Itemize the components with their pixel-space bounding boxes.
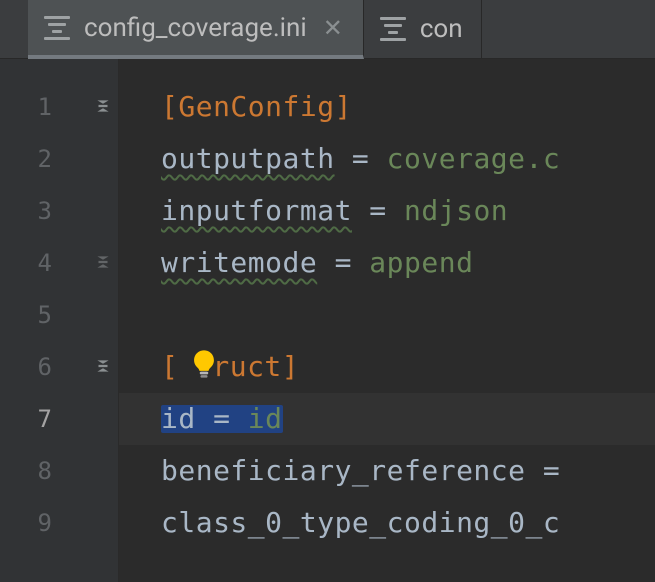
code-line[interactable]: writemode = append [119,237,655,289]
ini-value: id [248,402,283,435]
ini-file-icon [380,17,406,41]
code-line[interactable]: [GenConfig] [119,81,655,133]
ini-eq: = [335,145,387,173]
line-number-text: 6 [38,355,52,379]
section-header-right: ruct] [212,353,299,381]
code-line[interactable]: id = id [119,393,655,445]
fold-minus-icon[interactable] [94,95,112,119]
tab-label: con [420,16,463,42]
line-number[interactable]: 7 [0,393,118,445]
selection: id = id [161,405,283,433]
ini-key: class_0_type_coding_0_c [161,509,560,537]
ini-eq: = [317,249,369,277]
code-line[interactable]: inputformat = ndjson [119,185,655,237]
line-number[interactable]: 1 [0,81,118,133]
ini-key: inputformat [161,197,352,225]
line-number-text: 7 [38,407,52,431]
line-number-text: 8 [38,459,52,483]
line-number-text: 5 [38,303,52,327]
ini-key: beneficiary_reference [161,457,526,485]
line-number-text: 4 [38,251,52,275]
ini-value: append [369,249,473,277]
line-number[interactable]: 8 [0,445,118,497]
code-line[interactable]: outputpath = coverage.c [119,133,655,185]
code-line[interactable]: [ ruct] [119,341,655,393]
ini-eq: = [352,197,404,225]
lightbulb-hint-icon[interactable] [187,348,221,387]
line-number[interactable]: 4 [0,237,118,289]
tab-config-coverage[interactable]: config_coverage.ini ✕ [28,0,364,59]
ini-key: writemode [161,249,317,277]
tab-bar: config_coverage.ini ✕ con [0,0,655,59]
gutter: 1 2 3 4 5 6 7 8 9 [0,59,119,582]
ini-key: id [161,402,196,435]
code-line[interactable]: class_0_type_coding_0_c [119,497,655,549]
ini-file-icon [44,16,70,40]
code-line[interactable] [119,289,655,341]
line-number[interactable]: 3 [0,185,118,237]
line-number[interactable]: 9 [0,497,118,549]
ini-key: outputpath [161,145,335,173]
section-header-left: [ [161,353,178,381]
ini-value: ndjson [404,197,508,225]
line-number[interactable]: 6 [0,341,118,393]
editor: 1 2 3 4 5 6 7 8 9 [GenConfig] [0,59,655,582]
fold-minus-icon[interactable] [94,355,112,379]
section-header: [GenConfig] [161,93,352,121]
line-number-text: 2 [38,147,52,171]
ini-value: coverage.c [387,145,561,173]
code-line[interactable]: beneficiary_reference = [119,445,655,497]
line-number[interactable]: 2 [0,133,118,185]
line-number[interactable]: 5 [0,289,118,341]
ini-eq: = [196,402,248,435]
fold-minus-icon[interactable] [94,251,112,275]
close-icon[interactable]: ✕ [321,16,345,40]
line-number-text: 9 [38,511,52,535]
tab-label: config_coverage.ini [84,15,307,41]
ini-eq: = [526,457,561,485]
line-number-text: 3 [38,199,52,223]
line-number-text: 1 [38,95,52,119]
code-area[interactable]: [GenConfig] outputpath = coverage.c inpu… [119,59,655,582]
tab-next[interactable]: con [364,0,482,58]
